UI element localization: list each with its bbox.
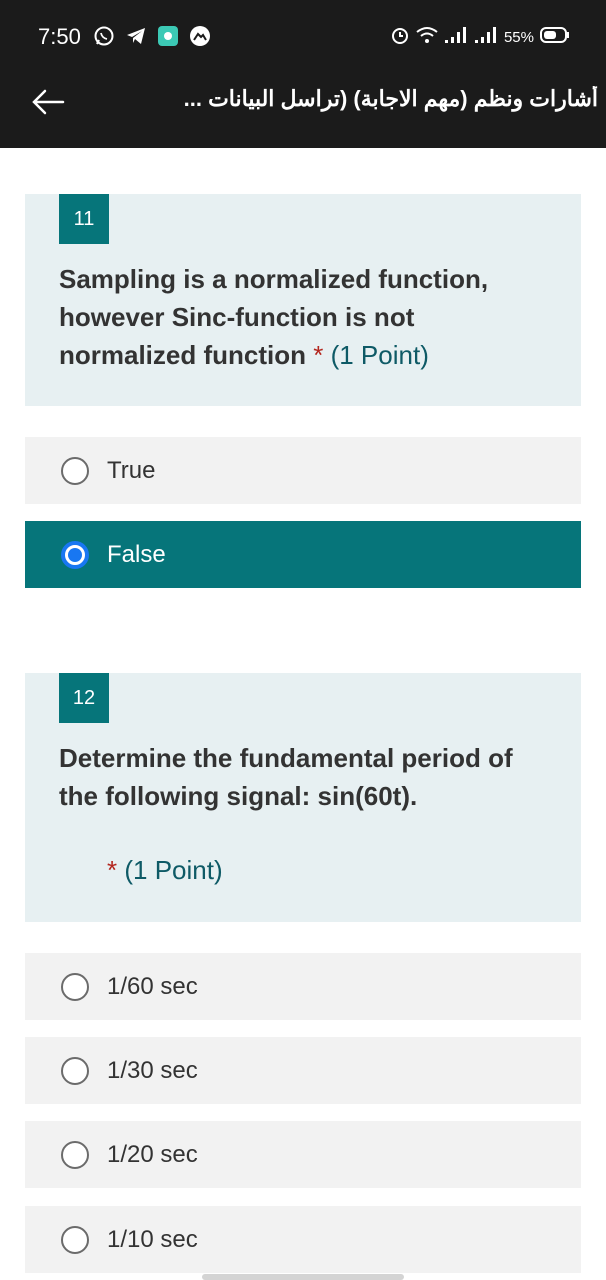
question-card-11: 11 Sampling is a normalized function, ho… [25,194,581,406]
app-icon [156,24,180,48]
radio-button[interactable] [61,1056,89,1085]
radio-button[interactable] [61,1140,89,1169]
wifi-icon [416,26,438,49]
option-label: 1/20 sec [107,1140,198,1168]
option-true[interactable]: True [25,437,581,504]
battery-percent: 55% [503,29,534,46]
status-bar: 7:50 55% [0,0,606,72]
option-label: 1/60 sec [107,972,198,1000]
option-label: 1/30 sec [107,1056,198,1084]
question-card-12: 12 Determine the fundamental period of t… [25,673,581,922]
option-1-60-sec[interactable]: 1/60 sec [25,953,581,1020]
telegram-icon [124,24,148,48]
option-label: 1/10 sec [107,1225,198,1253]
home-indicator[interactable] [202,1274,404,1280]
option-label: True [107,456,156,484]
radio-button-selected[interactable] [61,540,89,569]
radio-button[interactable] [61,1225,89,1254]
required-mark: * [107,855,118,885]
question-meta: * (1 Point) [107,851,597,889]
question-points: (1 Point) [124,855,223,885]
option-1-30-sec[interactable]: 1/30 sec [25,1037,581,1104]
option-label: False [107,540,166,568]
system-status: 55% [390,25,570,50]
top-bar: 7:50 55% أشارات ونظم (مهم الاجابة) (تراس… [0,0,606,148]
mountain-icon [188,24,212,48]
whatsapp-icon [92,24,116,48]
page-title: أشارات ونظم (مهم الاجابة) (تراسل البيانا… [183,86,598,111]
required-mark: * [313,340,324,370]
battery-icon [540,26,570,49]
signal-icon [444,26,468,49]
option-false[interactable]: False [25,521,581,588]
alarm-icon [390,25,410,50]
app-bar: أشارات ونظم (مهم الاجابة) (تراسل البيانا… [0,72,606,148]
question-number: 12 [59,673,109,723]
question-text: Determine the fundamental period of the … [59,743,513,811]
back-button[interactable] [26,82,70,126]
arrow-left-icon [31,88,65,121]
radio-button[interactable] [61,456,89,485]
status-time: 7:50 [38,24,81,49]
signal-icon-2 [474,26,498,49]
question-number: 11 [59,194,109,244]
option-1-10-sec[interactable]: 1/10 sec [25,1206,581,1273]
radio-button[interactable] [61,972,89,1001]
radio-dot [68,547,82,562]
notification-icons [92,24,212,48]
question-text: Sampling is a normalized function, howev… [59,260,549,374]
option-1-20-sec[interactable]: 1/20 sec [25,1121,581,1188]
question-points: (1 Point) [330,340,429,370]
